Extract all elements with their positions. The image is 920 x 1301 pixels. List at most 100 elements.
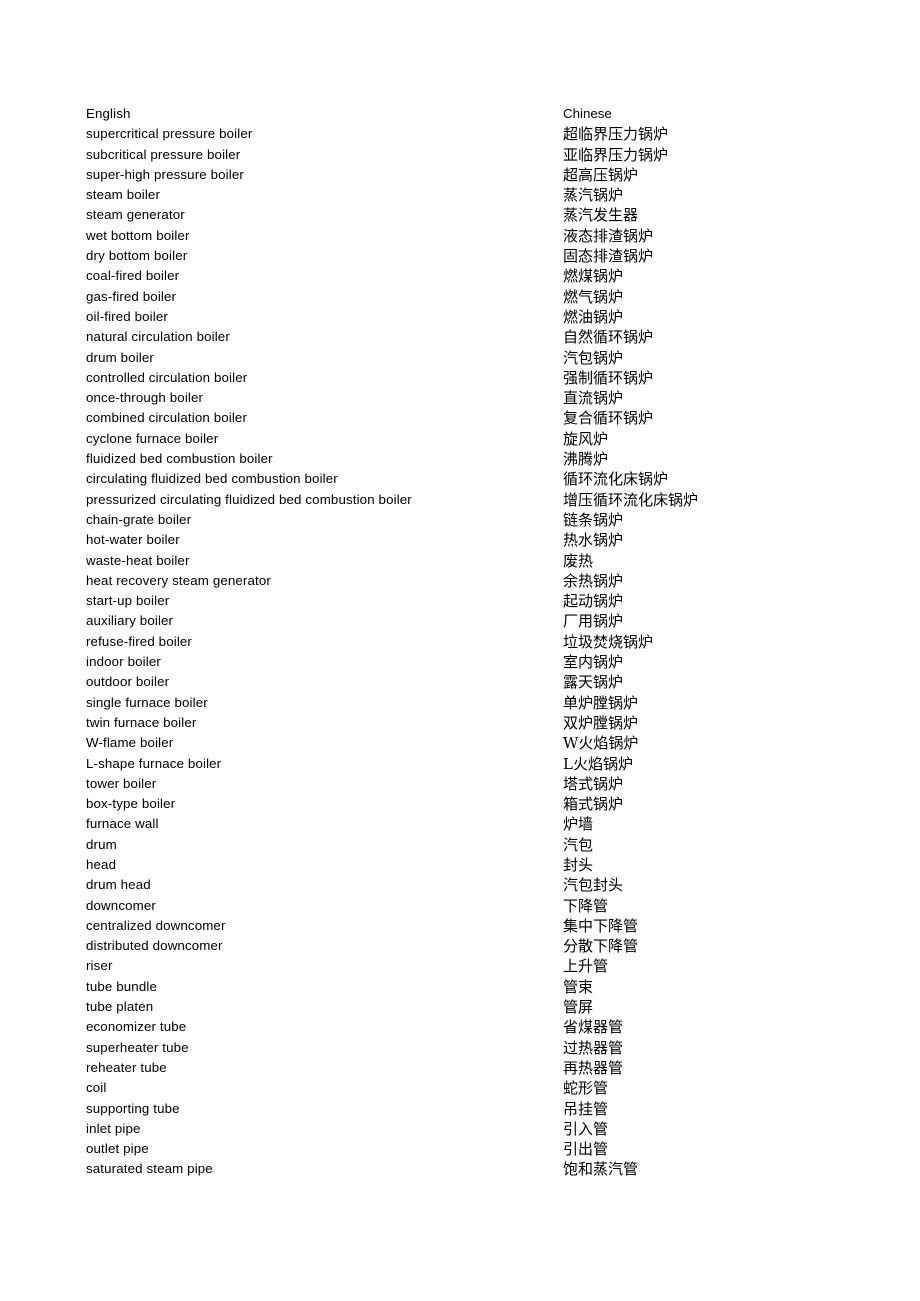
chinese-term: 亚临界压力锅炉 [563,145,669,164]
chinese-term: 超高压锅炉 [563,165,639,184]
english-term: outlet pipe [86,1141,149,1157]
english-term: super-high pressure boiler [86,166,244,182]
glossary-row: natural circulation boiler 自然循环锅炉 [86,327,846,347]
glossary-row: fluidized bed combustion boiler 沸腾炉 [86,449,846,469]
glossary-row: outdoor boiler 露天锅炉 [86,672,846,692]
glossary-row: circulating fluidized bed combustion boi… [86,469,846,489]
english-term: L-shape furnace boiler [86,755,222,771]
english-term: head [86,856,117,872]
glossary-row: reheater tube 再热器管 [86,1058,846,1078]
english-term: steam boiler [86,187,161,203]
glossary-row: economizer tube 省煤器管 [86,1017,846,1037]
chinese-term: 下降管 [563,896,609,915]
english-term: pressurized circulating fluidized bed co… [86,491,412,507]
english-term: tube platen [86,999,154,1015]
chinese-term: 汽包 [563,835,594,854]
chinese-term: 燃气锅炉 [563,287,624,306]
glossary-row: indoor boiler 室内锅炉 [86,652,846,672]
chinese-term: 旋风炉 [563,429,609,448]
english-term: tower boiler [86,775,157,791]
english-term: cyclone furnace boiler [86,430,219,446]
chinese-term: 室内锅炉 [563,653,624,672]
chinese-term: 箱式锅炉 [563,795,624,814]
chinese-term: 封头 [563,855,594,874]
chinese-term: 再热器管 [563,1058,624,1077]
bilingual-glossary: English Chinese supercritical pressure boi… [86,104,846,1180]
chinese-column-header: Chinese [563,106,612,121]
glossary-row: heat recovery steam generator 余热锅炉 [86,571,846,591]
glossary-row: combined circulation boiler 复合循环锅炉 [86,408,846,428]
chinese-term: L火焰锅炉 [563,754,633,773]
english-term: distributed downcomer [86,938,223,954]
glossary-row: wet bottom boiler 液态排渣锅炉 [86,226,846,246]
glossary-row: chain-grate boiler 链条锅炉 [86,510,846,530]
glossary-row: twin furnace boiler 双炉膛锅炉 [86,713,846,733]
glossary-row: centralized downcomer 集中下降管 [86,916,846,936]
glossary-row: start-up boiler 起动锅炉 [86,591,846,611]
glossary-row: dry bottom boiler 固态排渣锅炉 [86,246,846,266]
glossary-row: distributed downcomer 分散下降管 [86,936,846,956]
glossary-row: gas-fired boiler 燃气锅炉 [86,287,846,307]
english-term: downcomer [86,897,156,913]
english-column-header: English [86,106,131,121]
english-term: single furnace boiler [86,694,208,710]
chinese-term: 管屏 [563,998,594,1017]
english-term: fluidized bed combustion boiler [86,451,273,467]
chinese-term: 固态排渣锅炉 [563,247,654,266]
glossary-row: L-shape furnace boiler L火焰锅炉 [86,754,846,774]
glossary-row: steam boiler 蒸汽锅炉 [86,185,846,205]
chinese-term: 饱和蒸汽管 [563,1160,639,1179]
glossary-row: auxiliary boiler 厂用锅炉 [86,611,846,631]
english-term: furnace wall [86,816,159,832]
chinese-term: 复合循环锅炉 [563,409,654,428]
chinese-term: 循环流化床锅炉 [563,470,669,489]
glossary-row: saturated steam pipe 饱和蒸汽管 [86,1159,846,1179]
english-term: drum boiler [86,349,154,365]
glossary-row: oil-fired boiler 燃油锅炉 [86,307,846,327]
glossary-row: inlet pipe 引入管 [86,1119,846,1139]
english-term: supercritical pressure boiler [86,126,253,142]
glossary-row: box-type boiler 箱式锅炉 [86,794,846,814]
glossary-row: head 封头 [86,855,846,875]
english-term: indoor boiler [86,654,161,670]
chinese-term: 引入管 [563,1119,609,1138]
chinese-term: 引出管 [563,1140,609,1159]
glossary-row: superheater tube 过热器管 [86,1038,846,1058]
chinese-term: 链条锅炉 [563,510,624,529]
chinese-term: 分散下降管 [563,937,639,956]
glossary-row: once-through boiler 直流锅炉 [86,388,846,408]
english-term: gas-fired boiler [86,288,177,304]
glossary-row: tube platen 管屏 [86,997,846,1017]
english-term: hot-water boiler [86,532,180,548]
english-term: saturated steam pipe [86,1161,213,1177]
english-term: subcritical pressure boiler [86,146,241,162]
chinese-term: 起动锅炉 [563,592,624,611]
english-term: wet bottom boiler [86,227,190,243]
english-term: auxiliary boiler [86,613,174,629]
chinese-term: 沸腾炉 [563,450,609,469]
english-term: centralized downcomer [86,917,226,933]
glossary-row: steam generator 蒸汽发生器 [86,205,846,225]
glossary-row: drum 汽包 [86,835,846,855]
english-term: drum [86,836,117,852]
glossary-row: hot-water boiler 热水锅炉 [86,530,846,550]
chinese-term: 液态排渣锅炉 [563,226,654,245]
chinese-term: 省煤器管 [563,1018,624,1037]
glossary-row: furnace wall 炉墙 [86,814,846,834]
english-term: drum head [86,877,151,893]
chinese-term: 上升管 [563,957,609,976]
glossary-row: super-high pressure boiler 超高压锅炉 [86,165,846,185]
glossary-row: coil 蛇形管 [86,1078,846,1098]
english-term: refuse-fired boiler [86,633,192,649]
chinese-term: 汽包封头 [563,876,624,895]
english-term: waste-heat boiler [86,552,190,568]
glossary-row: pressurized circulating fluidized bed co… [86,490,846,510]
chinese-term: 集中下降管 [563,916,639,935]
glossary-row: single furnace boiler 单炉膛锅炉 [86,693,846,713]
chinese-term: 超临界压力锅炉 [563,125,669,144]
english-term: steam generator [86,207,185,223]
glossary-row: refuse-fired boiler 垃圾焚烧锅炉 [86,632,846,652]
english-term: box-type boiler [86,796,176,812]
glossary-row: supporting tube 吊挂管 [86,1099,846,1119]
glossary-header-row: English Chinese [86,104,846,124]
